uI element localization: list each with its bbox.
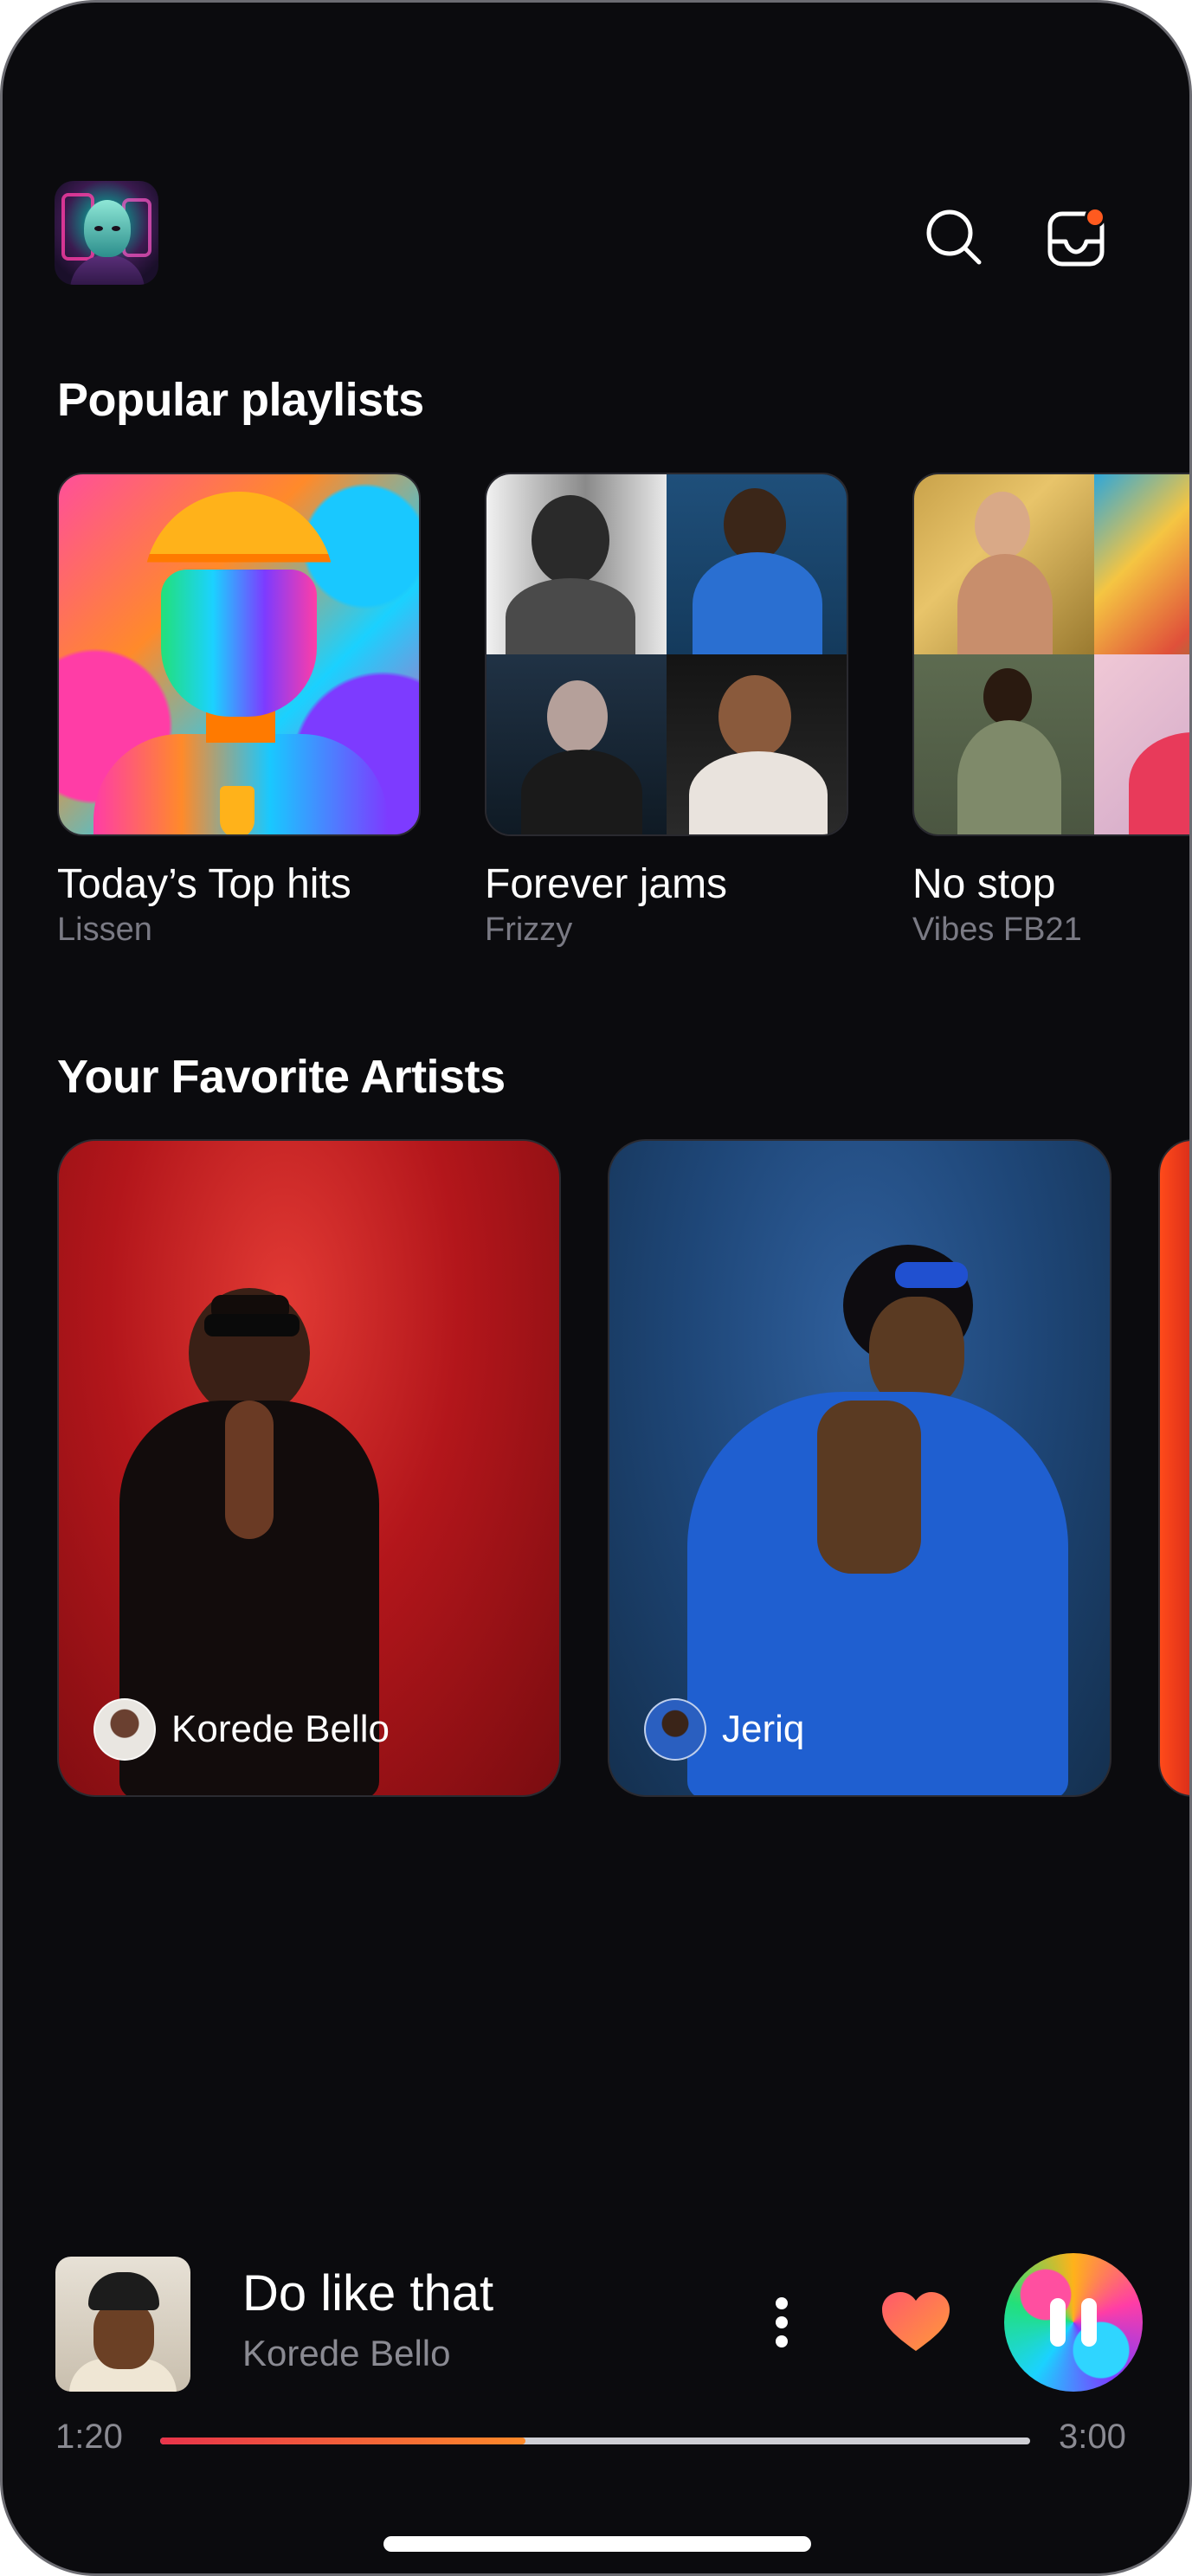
playlist-cover bbox=[912, 473, 1189, 836]
collage-tile bbox=[914, 474, 1094, 654]
progress-bar[interactable] bbox=[160, 2438, 1030, 2444]
section-title-favorite-artists: Your Favorite Artists bbox=[57, 1051, 506, 1103]
profile-avatar[interactable] bbox=[55, 181, 158, 285]
now-playing-cover[interactable] bbox=[55, 2257, 190, 2392]
playlist-curator: Frizzy bbox=[485, 911, 573, 948]
heart-icon bbox=[882, 2292, 950, 2351]
collage-tile bbox=[1094, 474, 1189, 654]
notification-dot bbox=[1087, 209, 1103, 225]
pause-button[interactable] bbox=[1004, 2253, 1143, 2392]
more-options-button[interactable] bbox=[754, 2288, 809, 2357]
now-playing-artist[interactable]: Korede Bello bbox=[242, 2333, 451, 2374]
collage-tile bbox=[1094, 654, 1189, 834]
artist-avatar bbox=[93, 1698, 156, 1761]
inbox-button[interactable] bbox=[1045, 202, 1114, 271]
playlist-name: Today’s Top hits bbox=[57, 861, 351, 907]
playlist-name: Forever jams bbox=[485, 861, 728, 907]
artist-name: Korede Bello bbox=[171, 1708, 390, 1750]
search-button[interactable] bbox=[918, 202, 988, 271]
collage-tile bbox=[667, 654, 847, 834]
playlist-curator: Lissen bbox=[57, 911, 152, 948]
artist-avatar bbox=[644, 1698, 706, 1761]
playlist-card[interactable]: Today’s Top hits Lissen bbox=[57, 473, 421, 949]
more-vertical-icon bbox=[776, 2297, 788, 2347]
playlist-name: No stop bbox=[912, 861, 1056, 907]
artist-card[interactable]: Jeriq bbox=[608, 1139, 1111, 1797]
pause-icon bbox=[1050, 2298, 1097, 2347]
playlist-cover bbox=[485, 473, 848, 836]
section-title-popular-playlists: Popular playlists bbox=[57, 374, 424, 426]
inbox-notification-icon bbox=[1047, 207, 1105, 267]
home-indicator[interactable] bbox=[383, 2536, 811, 2552]
playlist-card[interactable]: No stop Vibes FB21 bbox=[912, 473, 1189, 949]
like-button[interactable] bbox=[877, 2286, 955, 2359]
collage-tile bbox=[667, 474, 847, 654]
elapsed-time: 1:20 bbox=[55, 2418, 123, 2456]
avatar-eye bbox=[94, 226, 103, 231]
artist-card[interactable]: Korede Bello bbox=[57, 1139, 561, 1797]
artist-name: Jeriq bbox=[722, 1708, 805, 1750]
progress-fill bbox=[160, 2438, 526, 2444]
playlist-curator: Vibes FB21 bbox=[912, 911, 1082, 948]
collage-tile bbox=[486, 474, 667, 654]
artist-card-partial[interactable] bbox=[1158, 1139, 1189, 1797]
phone-screen: Popular playlists Today’s Top hits Lisse… bbox=[0, 0, 1192, 2576]
artist-label: Jeriq bbox=[644, 1698, 804, 1761]
avatar-eye bbox=[112, 226, 120, 231]
playlist-card[interactable]: Forever jams Frizzy bbox=[485, 473, 848, 949]
collage-tile bbox=[914, 654, 1094, 834]
collage-tile bbox=[486, 654, 667, 834]
total-duration: 3:00 bbox=[1059, 2418, 1126, 2456]
artist-label: Korede Bello bbox=[93, 1698, 390, 1761]
search-icon bbox=[926, 209, 982, 265]
playlist-cover bbox=[57, 473, 421, 836]
avatar-face bbox=[84, 200, 131, 257]
now-playing-title[interactable]: Do like that bbox=[242, 2264, 493, 2322]
